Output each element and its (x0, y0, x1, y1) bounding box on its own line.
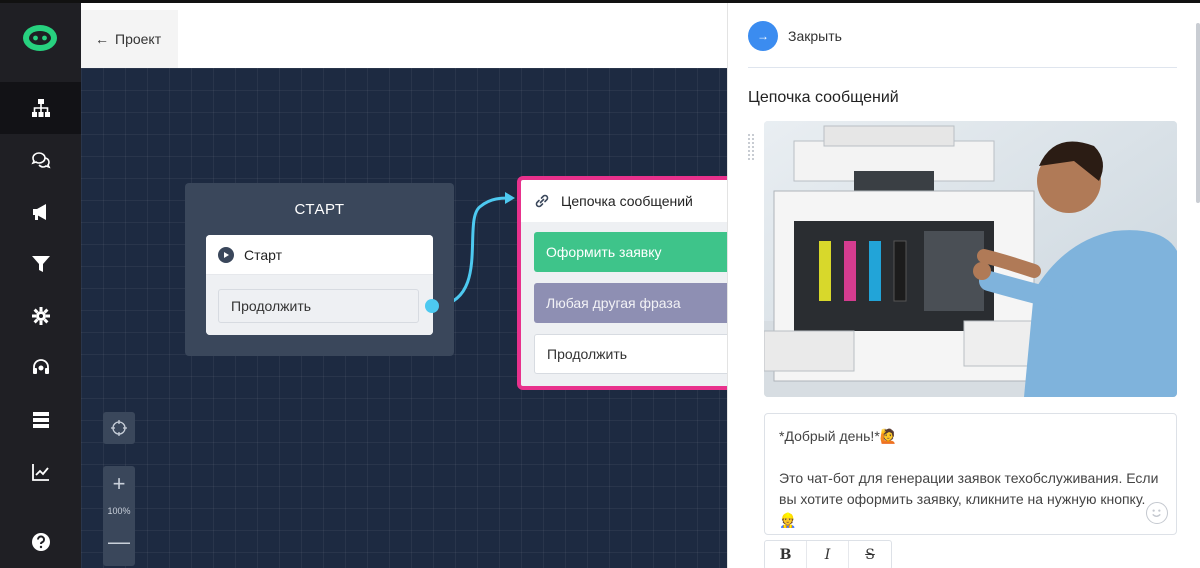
strikethrough-button[interactable]: S (849, 541, 891, 568)
order-request-button[interactable]: Оформить заявку (534, 232, 727, 272)
message-chain-card[interactable]: Цепочка сообщений Оформить заявку Любая … (517, 176, 727, 390)
chain-continue-button[interactable]: Продолжить (534, 334, 727, 374)
sidebar-item-database[interactable] (0, 394, 81, 446)
back-to-project-link[interactable]: ← Проект (81, 10, 178, 68)
message-editor-panel: → Закрыть Цепочка сообщений *Добрый день… (727, 3, 1200, 568)
start-card[interactable]: Старт Продолжить (206, 235, 433, 335)
close-panel-button[interactable]: → Закрыть (748, 21, 842, 51)
arrow-right-icon: → (748, 21, 778, 51)
megaphone-icon (32, 204, 46, 220)
crosshair-icon (111, 420, 127, 436)
panel-title: Цепочка сообщений (748, 89, 899, 106)
drag-handle-icon[interactable] (747, 133, 755, 161)
zoom-controls: + 100% — (103, 466, 135, 566)
sidebar-item-settings[interactable] (0, 290, 81, 342)
italic-button[interactable]: I (807, 541, 849, 568)
sidebar-item-broadcasts[interactable] (0, 186, 81, 238)
sidebar-item-funnels[interactable] (0, 238, 81, 290)
any-phrase-button[interactable]: Любая другая фраза (534, 283, 727, 323)
link-icon (535, 194, 549, 208)
sidebar-item-support[interactable] (0, 342, 81, 394)
message-greeting: *Добрый день!*🙋 (779, 428, 898, 444)
start-group[interactable]: СТАРТ Старт Продолжить (185, 183, 454, 356)
zoom-in-button[interactable]: + (103, 470, 135, 498)
chart-icon (31, 464, 49, 481)
play-icon (218, 246, 234, 263)
zoom-out-button[interactable]: — (103, 528, 135, 556)
bold-button[interactable]: B (765, 541, 807, 568)
start-card-body: Продолжить (206, 275, 433, 335)
start-card-title: Старт (244, 246, 283, 263)
sidebar-item-structure[interactable] (0, 82, 81, 134)
start-card-header: Старт (206, 235, 433, 275)
close-label: Закрыть (788, 28, 842, 44)
message-body: Это чат-бот для генерации заявок техобсл… (779, 470, 1163, 528)
start-group-title: СТАРТ (294, 201, 345, 218)
emoji-picker-icon[interactable] (1146, 502, 1168, 524)
sidebar-item-analytics[interactable] (0, 446, 81, 498)
flow-canvas[interactable]: СТАРТ Старт Продолжить Цепочка сообщений… (81, 68, 727, 568)
panel-scrollbar[interactable] (1196, 23, 1200, 203)
message-image[interactable] (764, 121, 1177, 397)
gear-icon (31, 307, 50, 325)
database-icon (32, 412, 49, 428)
zoom-level: 100% (107, 506, 131, 516)
bot-logo[interactable] (22, 24, 58, 52)
panel-divider (748, 67, 1177, 68)
sidebar-item-help[interactable] (0, 516, 81, 568)
start-continue-button[interactable]: Продолжить (218, 289, 419, 323)
chain-card-title: Цепочка сообщений (561, 193, 693, 209)
sidebar (0, 3, 81, 568)
message-text-input[interactable]: *Добрый день!*🙋 Это чат-бот для генераци… (764, 413, 1177, 535)
filter-icon (31, 256, 50, 272)
help-icon (31, 533, 50, 551)
chat-icon (30, 152, 51, 169)
sidebar-item-chats[interactable] (0, 134, 81, 186)
start-output-port[interactable] (425, 299, 439, 313)
sitemap-icon (31, 99, 50, 117)
back-arrow-icon: ← (95, 31, 109, 47)
top-bar: ← Проект (81, 10, 727, 68)
center-view-button[interactable] (103, 412, 135, 444)
chain-card-header: Цепочка сообщений (521, 180, 727, 222)
back-label: Проект (115, 31, 162, 47)
format-toolbar: B I S (764, 540, 892, 568)
support-icon (32, 359, 49, 374)
